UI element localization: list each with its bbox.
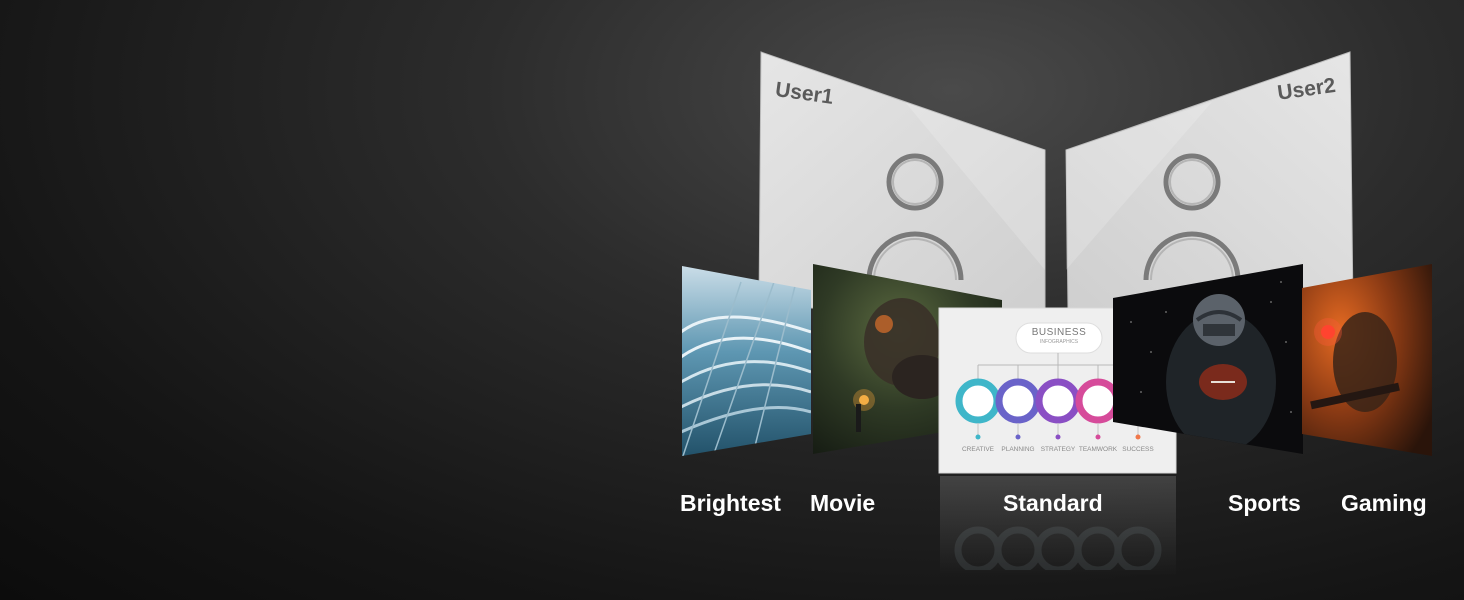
ring-dot (1015, 434, 1021, 440)
gaming-image (1302, 264, 1432, 456)
mode-label-sports: Sports (1228, 490, 1301, 516)
infographic-title: BUSINESS (1031, 327, 1087, 338)
ring-dot (1055, 434, 1061, 440)
mode-label-brightest: Brightest (680, 490, 781, 516)
step-label-planning: PLANNING (1001, 446, 1035, 453)
infographic-ring (1035, 378, 1081, 424)
step-label-strategy: STRATEGY (1040, 446, 1076, 453)
picture-mode-showcase: User1 User2 BUSINESS INFOGRAPHICS CREATI… (0, 0, 1464, 600)
mode-label-standard: Standard (1003, 490, 1103, 516)
sports-image (1113, 264, 1303, 454)
infographic-subtitle: INFOGRAPHICS (1039, 339, 1079, 345)
step-label-creative: CREATIVE (961, 446, 995, 453)
mode-label-movie: Movie (810, 490, 876, 516)
ring-dot (1095, 434, 1101, 440)
mode-label-gaming: Gaming (1341, 490, 1427, 516)
standard-reflection-rings (954, 526, 1162, 570)
ring-dot (975, 434, 981, 440)
brightest-image (682, 266, 811, 456)
infographic-ring (995, 378, 1041, 424)
infographic-ring (955, 378, 1001, 424)
